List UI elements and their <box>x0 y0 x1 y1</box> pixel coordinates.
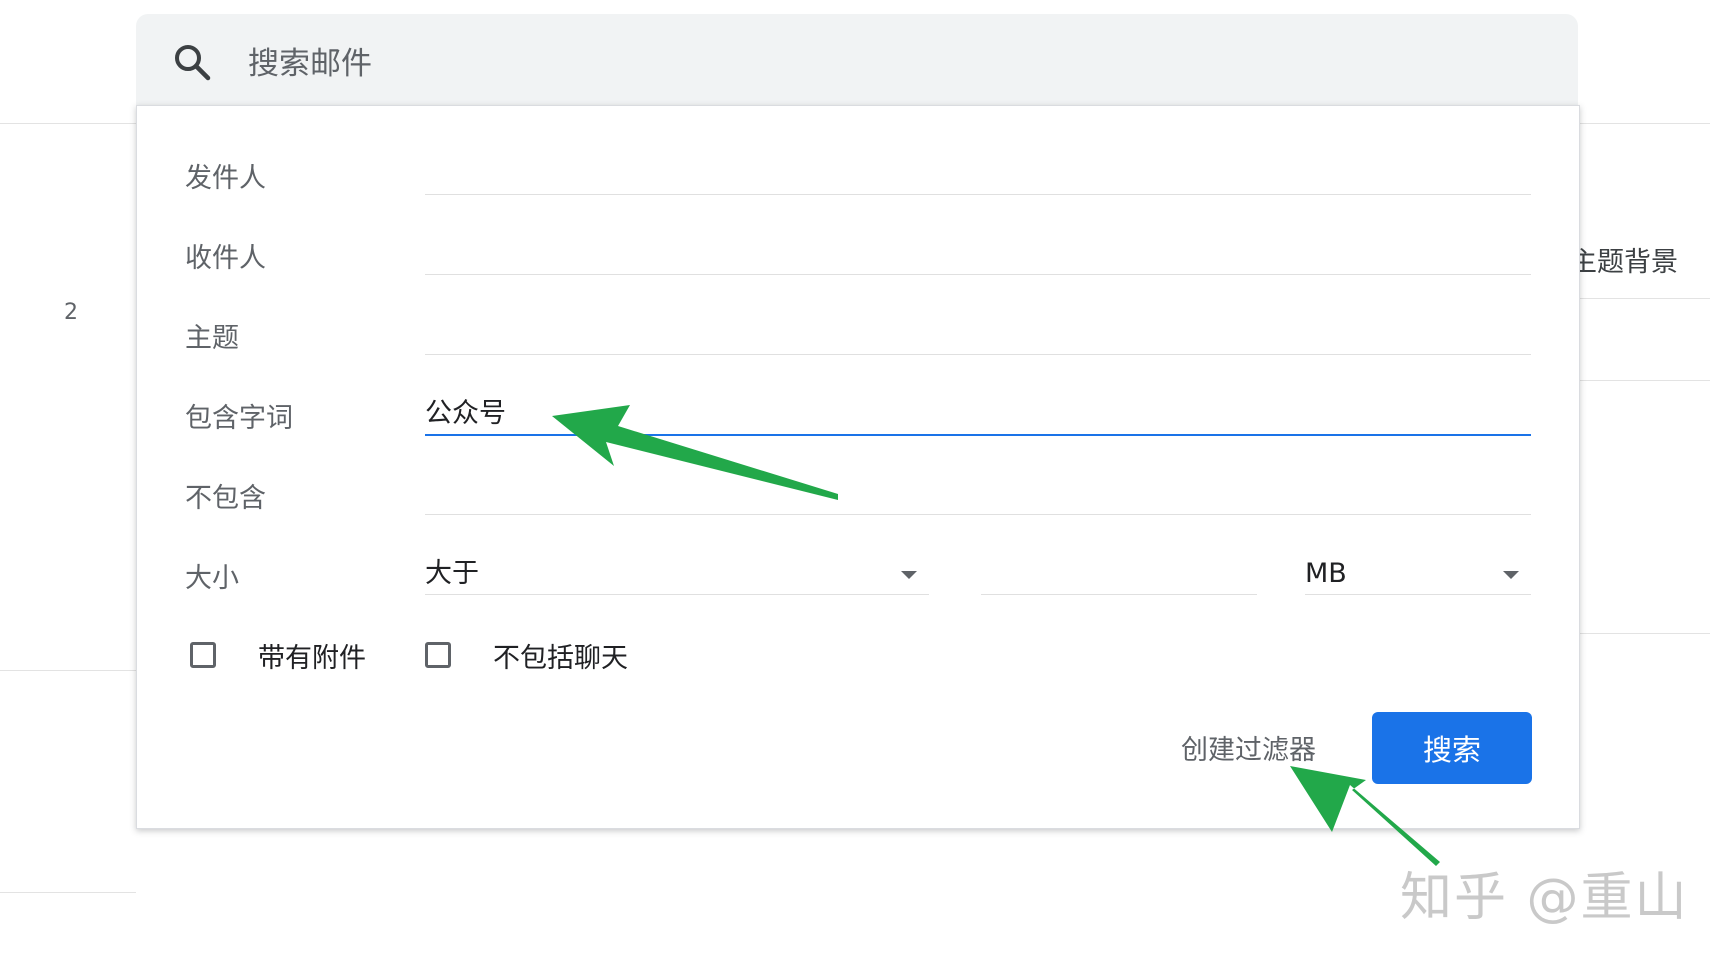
has-words-field[interactable]: 公众号 <box>425 394 1531 436</box>
bg-divider <box>0 892 136 893</box>
bg-divider <box>1578 633 1710 634</box>
doesnt-have-label: 不包含 <box>185 483 266 514</box>
bg-divider <box>0 670 136 671</box>
create-filter-link[interactable]: 创建过滤器 <box>1181 728 1316 767</box>
to-label: 收件人 <box>185 243 266 274</box>
size-operator-select[interactable]: 大于 <box>425 554 929 595</box>
bg-divider <box>1578 380 1710 381</box>
exclude-chats-label: 不包括聊天 <box>493 643 628 674</box>
size-unit-select[interactable]: MB <box>1305 554 1531 595</box>
size-unit-value: MB <box>1305 558 1347 589</box>
watermark: 知乎 @重山 <box>1400 868 1689 928</box>
doesnt-have-field[interactable] <box>425 474 1531 515</box>
size-value-input[interactable] <box>981 554 1257 595</box>
has-words-label: 包含字词 <box>185 403 293 434</box>
to-field[interactable] <box>425 234 1531 275</box>
bg-divider <box>1578 298 1710 299</box>
size-label: 大小 <box>185 563 239 594</box>
size-operator-value: 大于 <box>425 558 479 589</box>
chevron-down-icon <box>1503 571 1519 579</box>
search-input[interactable]: 搜索邮件 <box>248 38 372 83</box>
advanced-search-panel: 发件人 收件人 主题 包含字词 公众号 不包含 大小 大于 MB 带有附件 不包… <box>136 105 1580 829</box>
subject-field[interactable] <box>425 314 1531 355</box>
chevron-down-icon <box>901 571 917 579</box>
has-attachment-label: 带有附件 <box>258 643 366 674</box>
exclude-chats-checkbox[interactable] <box>425 642 451 668</box>
subject-label: 主题 <box>185 323 239 354</box>
bg-divider <box>0 123 136 124</box>
search-bar[interactable]: 搜索邮件 <box>136 14 1578 106</box>
background-theme-label: 主题背景 <box>1570 247 1678 278</box>
bg-divider <box>1578 123 1710 124</box>
from-field[interactable] <box>425 154 1531 195</box>
search-button[interactable]: 搜索 <box>1372 712 1532 784</box>
has-attachment-checkbox[interactable] <box>190 642 216 668</box>
search-icon[interactable] <box>172 42 212 82</box>
background-row-number: 2 <box>64 300 78 325</box>
from-label: 发件人 <box>185 163 266 194</box>
